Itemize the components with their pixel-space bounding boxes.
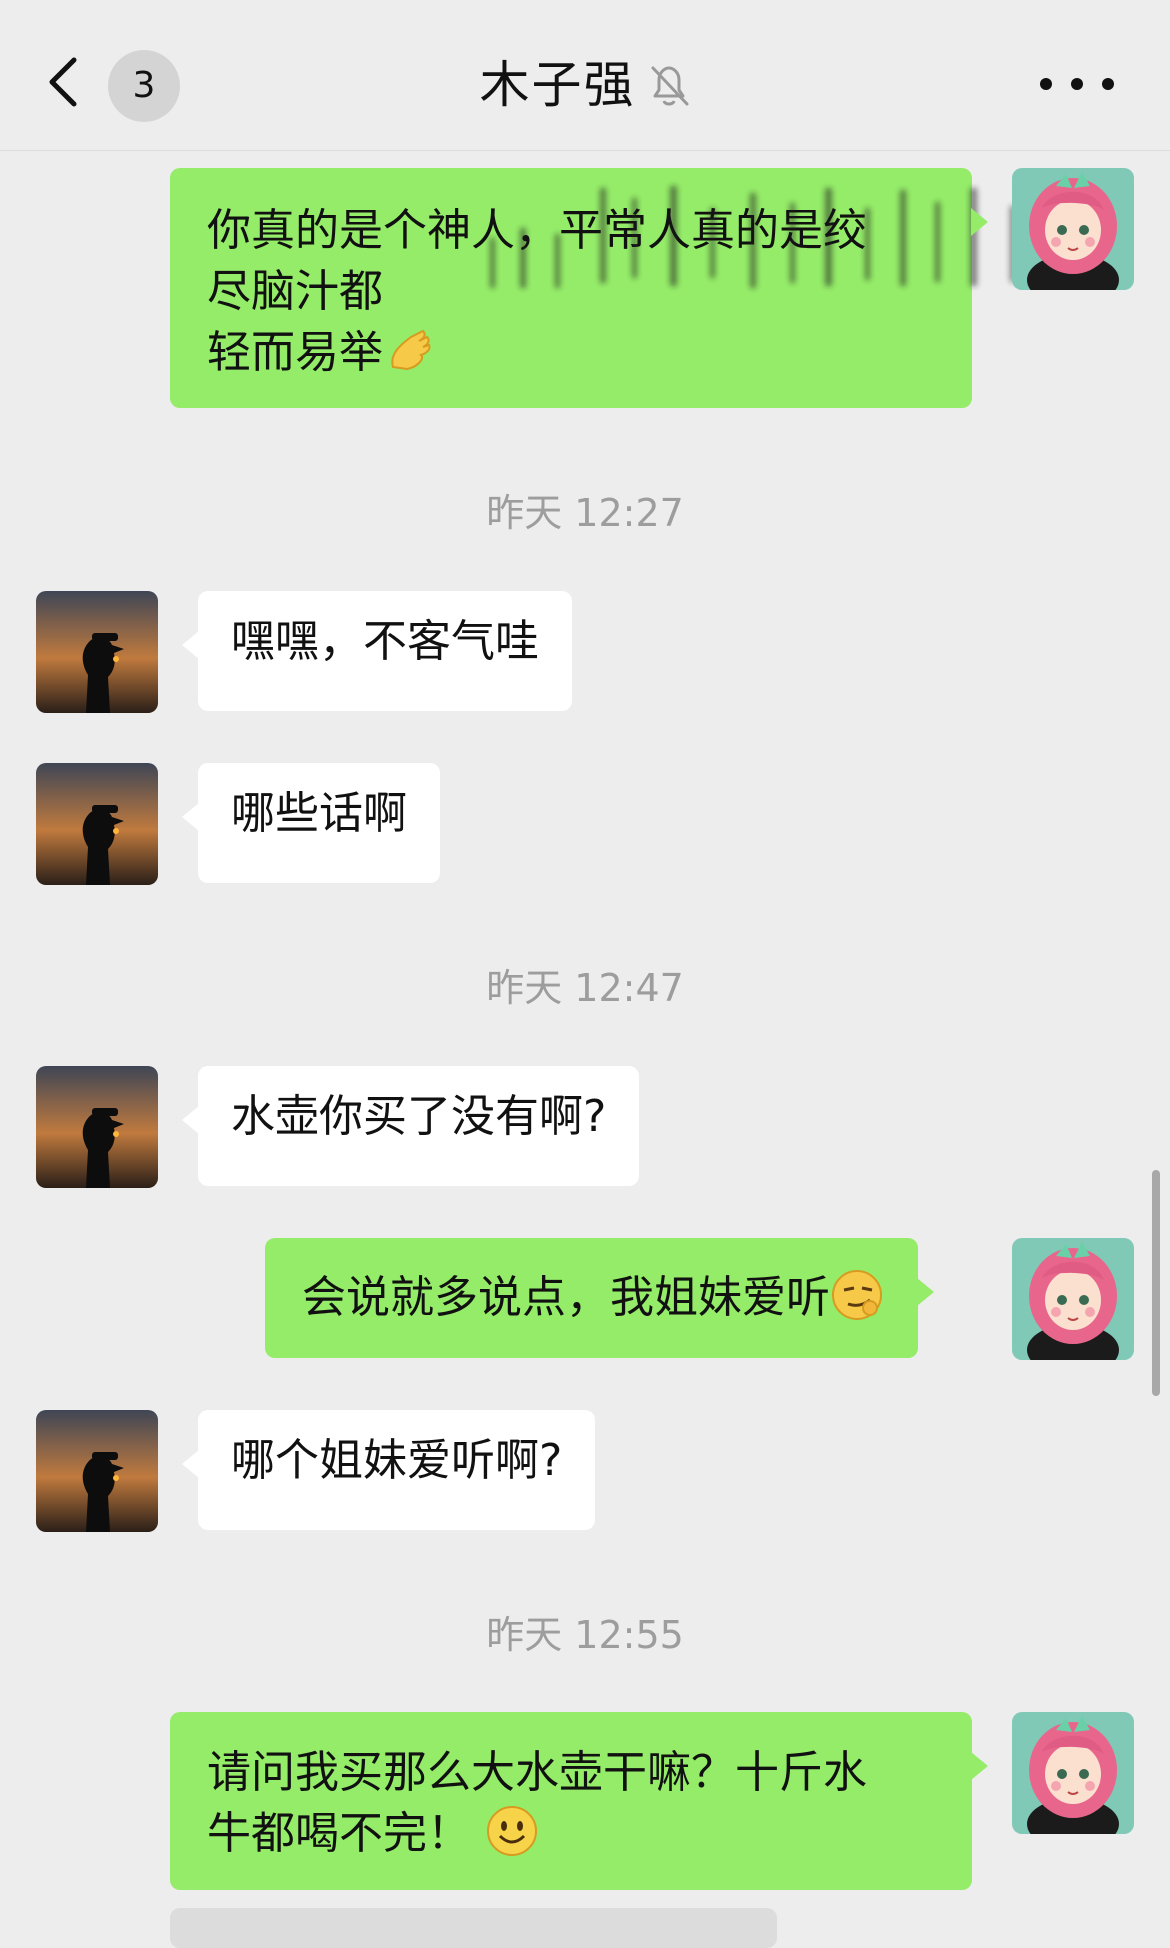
contact-message-bubble[interactable]: 哪个姐妹爱听啊? [181, 1410, 596, 1530]
my-avatar[interactable] [1012, 1712, 1134, 1834]
contact-avatar[interactable] [36, 591, 158, 713]
contact-avatar[interactable] [36, 1066, 158, 1188]
message-text: 水壶你买了没有啊? [231, 1091, 607, 1142]
message-text: 会说就多说点，我姐妹爱听 [302, 1267, 884, 1328]
timestamp: 昨天 12:55 [486, 1613, 684, 1657]
chat-title[interactable]: 木子强 [479, 50, 635, 120]
my-avatar[interactable] [1012, 168, 1134, 290]
smiling-face-emoji [487, 1806, 537, 1856]
smirking-face-emoji [832, 1270, 882, 1320]
message-text-line: 牛都喝不完！ [207, 1803, 938, 1864]
message-text-line: 轻而易举 [207, 322, 938, 383]
message-text-line: 尽脑汁都 [207, 266, 383, 317]
contact-message-bubble[interactable]: 水壶你买了没有啊? [181, 1066, 640, 1186]
my-avatar[interactable] [1012, 1238, 1134, 1360]
clapping-hands-emoji [391, 329, 431, 371]
timestamp: 昨天 12:27 [486, 491, 684, 535]
chat-title-area: 木子强 [0, 50, 1170, 120]
more-dots-icon[interactable] [1034, 64, 1120, 104]
message-text: 嘿嘿，不客气哇 [231, 616, 539, 667]
message-text-line: 请问我买那么大水壶干嘛？十斤水 [207, 1747, 867, 1798]
my-message-bubble[interactable]: 会说就多说点，我姐妹爱听 [265, 1238, 934, 1358]
contact-message-bubble[interactable]: 嘿嘿，不客气哇 [182, 591, 572, 711]
contact-message-bubble[interactable]: 哪些话啊 [182, 763, 440, 883]
timestamp: 昨天 12:47 [486, 966, 684, 1010]
message-text: 哪些话啊 [231, 788, 407, 839]
my-message-bubble[interactable]: 你真的是个神人，平常人真的是绞 尽脑汁都 轻而易举 [170, 168, 1015, 408]
message-text: 哪个姐妹爱听啊? [231, 1435, 563, 1486]
contact-avatar[interactable] [36, 1410, 158, 1532]
bell-off-icon [651, 66, 689, 106]
chat-header: 3 木子强 [0, 0, 1170, 151]
message-text-line: 你真的是个神人，平常人真的是绞 [207, 205, 867, 256]
partial-message-bubble [170, 1908, 777, 1948]
contact-avatar[interactable] [36, 763, 158, 885]
my-message-bubble[interactable]: 请问我买那么大水壶干嘛？十斤水 牛都喝不完！ [170, 1712, 988, 1890]
scrollbar[interactable] [1152, 1170, 1160, 1396]
